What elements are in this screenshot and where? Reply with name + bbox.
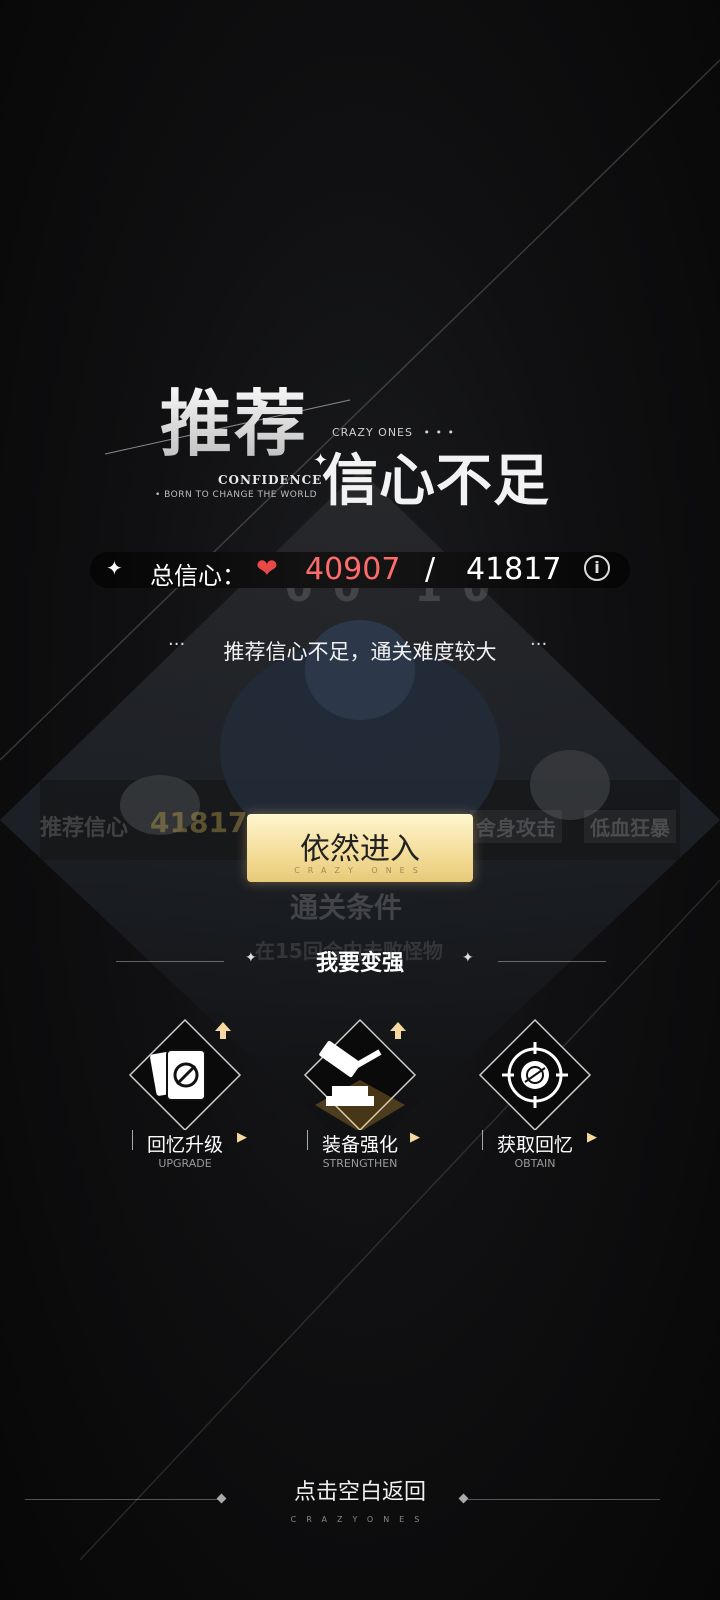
title-main: 推荐 — [160, 365, 308, 470]
feature-upgrade-sub: UPGRADE — [158, 1157, 212, 1170]
heart-icon: ❤ — [256, 554, 278, 584]
confidence-label: 总信心： — [150, 562, 246, 590]
chevron-right-icon: ▶ — [237, 1130, 247, 1145]
feature-strengthen-sub: STRENGTHEN — [322, 1157, 398, 1170]
info-icon[interactable]: i — [584, 555, 610, 581]
confidence-separator: / — [425, 552, 436, 587]
confidence-total: 41817 — [466, 552, 562, 587]
target-icon — [478, 1018, 592, 1132]
feature-upgrade-label: 回忆升级 — [146, 1134, 223, 1156]
recommend-value: 41817 — [150, 806, 248, 839]
chevron-right-icon: ▶ — [410, 1130, 420, 1145]
chevron-right-icon: ▶ — [587, 1130, 597, 1145]
enter-anyway-sublabel: CRAZY ONES — [294, 866, 426, 875]
hammer-icon — [303, 1018, 417, 1132]
sparkle-icon: ✦ — [106, 556, 123, 580]
feature-obtain-sub: OBTAIN — [514, 1157, 556, 1170]
footer-divider-left — [25, 1499, 220, 1500]
feature-strengthen[interactable] — [280, 1010, 440, 1210]
feature-strengthen-label: 装备强化 — [321, 1134, 398, 1156]
warning-text: 推荐信心不足，通关难度较大 — [223, 640, 497, 664]
sparkle-icon: ✦ — [462, 950, 474, 966]
sparkle-icon: ✦ — [313, 450, 329, 471]
slogan: • BORN TO CHANGE THE WORLD — [155, 490, 318, 500]
return-hint[interactable]: 点击空白返回 — [260, 1474, 460, 1506]
stage-tag-1: 舍身攻击 — [470, 810, 562, 843]
feature-obtain-label: 获取回忆 — [496, 1134, 573, 1156]
footer-divider-right — [468, 1499, 660, 1500]
divider-left — [116, 961, 224, 962]
confidence-current: 40907 — [305, 552, 401, 587]
condition-title: 通关条件 — [290, 891, 403, 924]
feature-obtain[interactable] — [455, 1010, 615, 1210]
title-sub: 信心不足 — [322, 448, 550, 514]
warning-dots-right: ··· — [530, 634, 548, 655]
divider-right — [498, 961, 606, 962]
sparkle-icon: ✦ — [245, 950, 257, 966]
confidence-word: CONFIDENCE — [218, 473, 323, 487]
enter-anyway-label: 依然进入 — [300, 832, 420, 867]
feature-upgrade[interactable] — [105, 1010, 265, 1210]
footer-brand: CRAZYONES — [290, 1515, 430, 1524]
stage-tag-2: 低血狂暴 — [584, 810, 676, 843]
recommend-label: 推荐信心 — [40, 816, 129, 841]
card-upgrade-icon — [128, 1018, 242, 1132]
strengthen-title: 我要变强 — [315, 950, 404, 976]
